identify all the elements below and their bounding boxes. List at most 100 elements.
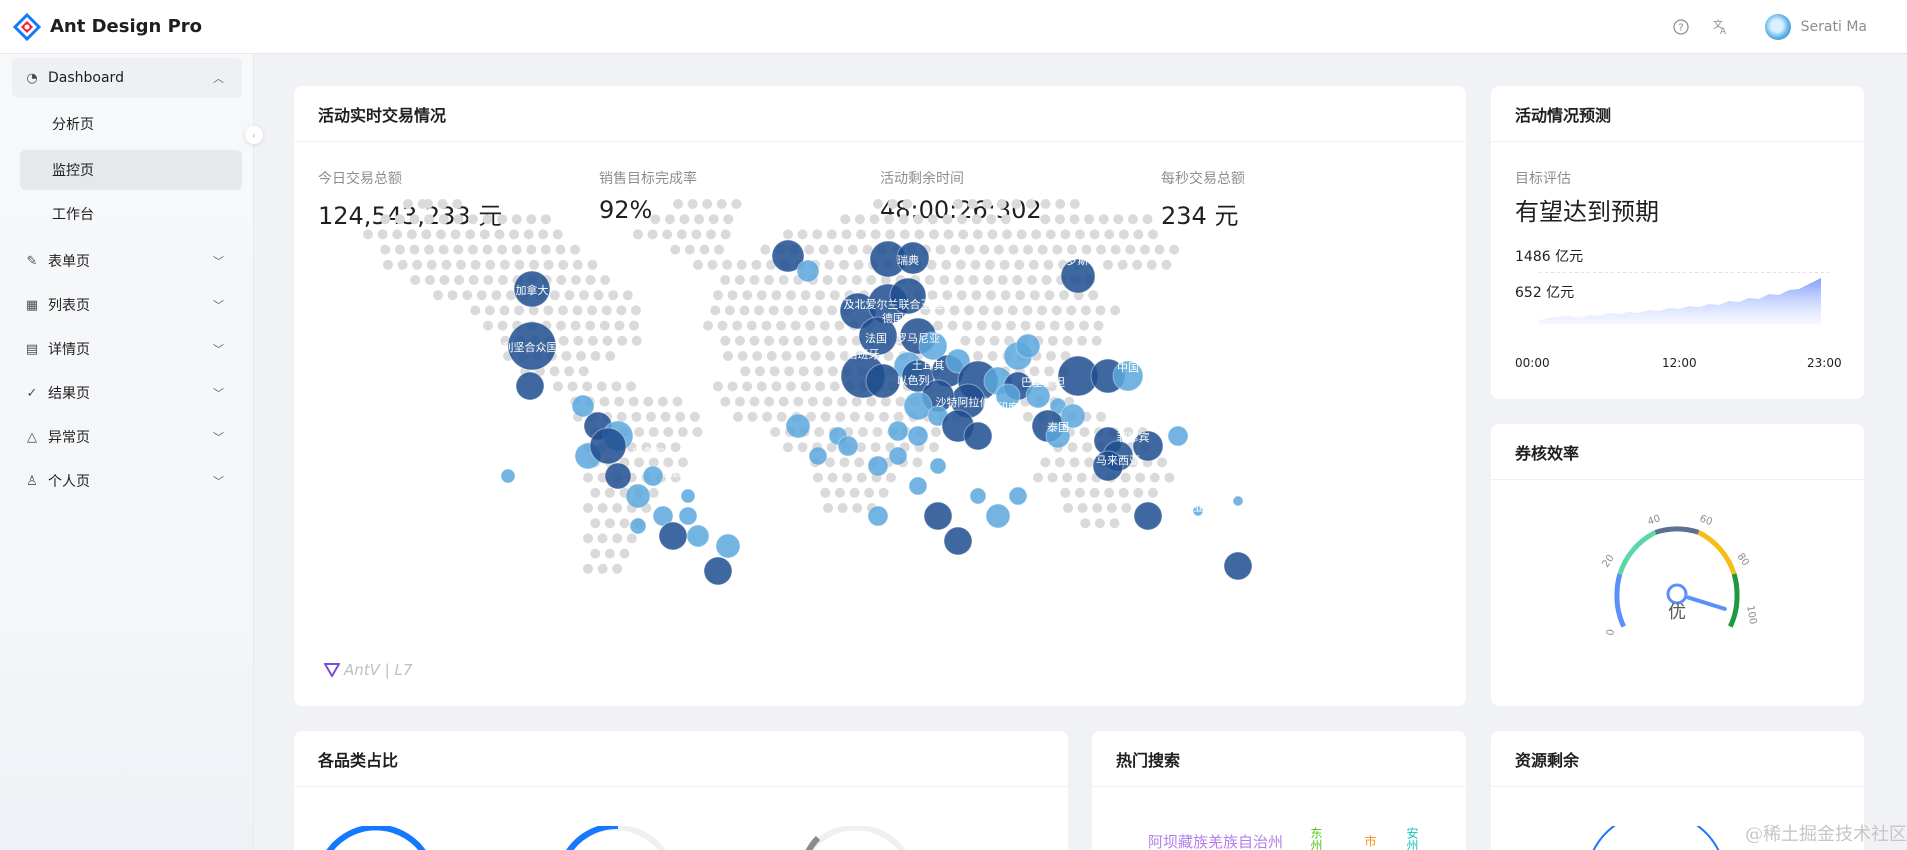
map-bubble[interactable] [969, 487, 987, 505]
world-map[interactable]: 加拿大利坚合众国 瑞典及北爱尔兰联合王国德国法国 罗马尼亚西班牙土耳其以色列 巴基斯坦… [318, 196, 1442, 704]
map-hex-dot [764, 335, 775, 346]
map-hex-dot [942, 290, 953, 301]
map-hex-dot [983, 275, 994, 285]
map-bubble[interactable] [686, 524, 710, 548]
map-bubble[interactable] [625, 483, 651, 509]
map-bubble[interactable] [943, 526, 973, 556]
map-bubble[interactable] [642, 465, 664, 487]
map-hex-dot [468, 275, 479, 285]
sidebar-subitem-monitor[interactable]: 监控页 [20, 150, 242, 190]
map-hex-dot [1118, 229, 1129, 240]
map-bubble[interactable] [837, 435, 859, 457]
sidebar-item-list[interactable]: ▦ 列表页 ﹀ [12, 285, 242, 325]
map-bubble[interactable] [867, 455, 889, 477]
map-country-label: 马来西亚 [1096, 454, 1140, 467]
translation-icon[interactable]: 文A [1701, 0, 1741, 54]
map-hex-dot [864, 487, 875, 498]
map-hex-dot [807, 396, 818, 407]
word-cloud-item[interactable]: 市 [1362, 835, 1379, 847]
map-hex-dot [914, 229, 925, 240]
map-bubble[interactable] [929, 457, 947, 475]
map-country-label: 中国 [1117, 361, 1139, 374]
map-hex-dot [1028, 259, 1039, 270]
user-menu[interactable]: Serati Ma [1764, 14, 1867, 40]
map-hex-dot [1089, 487, 1100, 498]
map-bubble[interactable] [589, 427, 627, 465]
map-hex-dot [1029, 366, 1040, 377]
map-bubble[interactable] [500, 468, 516, 484]
map-hex-dot [956, 290, 967, 301]
sidebar-item-account[interactable]: ♙ 个人页 ﹀ [12, 461, 242, 501]
map-hex-dot [943, 229, 954, 240]
map-hex-dot [441, 259, 452, 270]
map-hex-dot [426, 259, 437, 270]
map-hex-dot [797, 229, 808, 240]
map-hex-dot [567, 381, 578, 392]
sidebar-item-label: 结果页 [48, 386, 90, 402]
map-bubble[interactable] [680, 488, 696, 504]
sidebar-item-exception[interactable]: △ 异常页 ﹀ [12, 417, 242, 457]
word-cloud-item[interactable]: 阿坝藏族羌族自治州 [1148, 831, 1283, 850]
liquid-ring [1592, 826, 1720, 850]
map-bubble[interactable] [658, 521, 688, 551]
map-hex-dot [1002, 229, 1012, 240]
map-hex-dot [1142, 214, 1153, 225]
map-bubble[interactable] [908, 476, 928, 496]
map-hex-dot [555, 244, 566, 255]
map-bubble[interactable] [865, 363, 901, 399]
map-country-label: 罗马尼亚 [896, 332, 940, 345]
logo[interactable]: Ant Design Pro [0, 0, 202, 54]
word-cloud-item[interactable]: 安州 [1404, 827, 1421, 850]
sidebar-item-profile[interactable]: ▤ 详情页 ﹀ [12, 329, 242, 369]
map-bubble[interactable] [629, 517, 647, 535]
map-hex-dot [762, 411, 773, 422]
map-bubble[interactable] [907, 425, 929, 447]
map-bubble[interactable] [515, 371, 545, 401]
map-hex-dot [935, 244, 946, 255]
sidebar-subitem-analysis[interactable]: 分析页 [20, 104, 242, 144]
map-hex-dot [953, 275, 964, 285]
map-bubble[interactable] [808, 446, 828, 466]
map-bubble[interactable] [923, 501, 953, 531]
map-hex-dot [793, 335, 804, 346]
map-hex-dot [1084, 214, 1095, 225]
map-country-label: 大利亚 [1172, 500, 1205, 514]
map-hex-dot [438, 214, 449, 225]
map-hex-dot [1063, 503, 1073, 513]
map-hex-dot [852, 503, 863, 513]
sidebar-item-dashboard[interactable]: ◔ Dashboard ︿ [12, 58, 242, 98]
map-bubble[interactable] [888, 446, 908, 466]
sidebar-subitem-workplace[interactable]: 工作台 [20, 194, 242, 234]
map-bubble[interactable] [887, 420, 909, 442]
avatar [1764, 14, 1791, 40]
map-bubble[interactable] [1223, 551, 1253, 581]
sidebar-item-label: 异常页 [48, 430, 90, 446]
map-hex-dot [786, 290, 796, 301]
map-hex-dot [1047, 335, 1058, 346]
map-bubble[interactable] [1167, 425, 1189, 447]
sidebar-item-form[interactable]: ✎ 表单页 ﹀ [12, 241, 242, 281]
map-bubble[interactable] [796, 259, 820, 283]
map-bubble[interactable] [1133, 501, 1163, 531]
map-hex-dot [514, 259, 525, 270]
map-bubble[interactable] [678, 506, 698, 526]
map-hex-dot [953, 199, 963, 209]
map-hex-dot [839, 259, 849, 270]
map-bubble[interactable] [715, 533, 741, 559]
map-hex-dot [991, 320, 1002, 331]
collapse-sidebar-button[interactable]: ‹ [245, 126, 263, 144]
question-circle-icon[interactable]: ? [1661, 0, 1701, 54]
map-bubble[interactable] [785, 413, 811, 439]
map-bubble[interactable] [1232, 495, 1244, 507]
map-bubble[interactable] [1015, 333, 1041, 359]
sidebar-item-result[interactable]: ✓ 结果页 ﹀ [12, 373, 242, 413]
word-cloud-item[interactable]: 东州 [1308, 827, 1325, 850]
map-hex-dot [972, 229, 983, 240]
map-bubble[interactable] [985, 503, 1011, 529]
map-hex-dot [839, 457, 850, 468]
map-bubble[interactable] [867, 505, 889, 527]
map-bubble[interactable] [604, 462, 632, 490]
map-bubble[interactable] [703, 556, 733, 586]
map-bubble[interactable] [963, 421, 993, 451]
map-bubble[interactable] [1008, 486, 1028, 506]
